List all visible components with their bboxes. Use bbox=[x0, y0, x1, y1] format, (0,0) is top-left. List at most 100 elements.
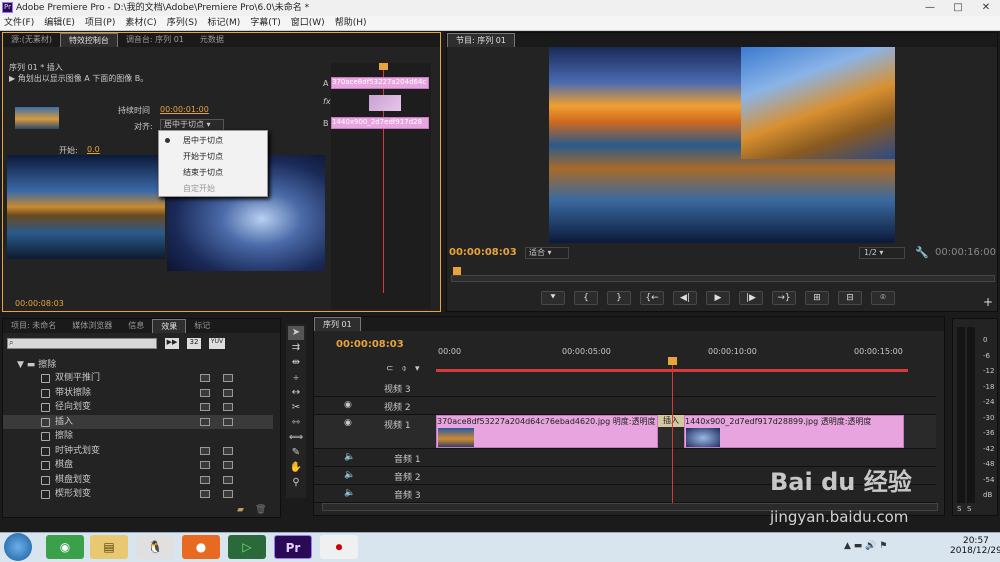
rolling-edit-tool-icon[interactable]: ⧾ bbox=[288, 371, 304, 385]
razor-tool-icon[interactable]: ✂ bbox=[288, 401, 304, 415]
ec-timecode[interactable]: 00:00:08:03 bbox=[15, 299, 64, 308]
tab-effect-controls[interactable]: 特效控制台 bbox=[59, 33, 118, 47]
option-start[interactable]: 开始于切点 bbox=[183, 151, 223, 162]
slip-tool-icon[interactable]: ⇿ bbox=[288, 416, 304, 430]
menu-marker[interactable]: 标记(M) bbox=[207, 16, 240, 30]
effect-item[interactable]: 带状擦除 bbox=[3, 386, 273, 401]
firefox-icon[interactable]: ● bbox=[182, 535, 220, 559]
timeline-playhead-handle[interactable] bbox=[668, 357, 677, 365]
eye-icon[interactable]: ◉ bbox=[344, 418, 352, 428]
tab-metadata[interactable]: 元数据 bbox=[192, 33, 232, 47]
effect-item-selected[interactable]: 插入 bbox=[3, 414, 273, 429]
add-button-icon[interactable]: + bbox=[983, 295, 993, 309]
link-icon[interactable]: ⌽ bbox=[402, 364, 407, 374]
speaker-icon[interactable]: 🔈 bbox=[344, 470, 355, 480]
minimize-icon[interactable]: — bbox=[916, 0, 944, 16]
solo-left-button[interactable]: S bbox=[957, 505, 961, 513]
tab-markers[interactable]: 标记 bbox=[186, 319, 218, 333]
clock[interactable]: 20:57 2018/12/29 bbox=[950, 536, 1000, 556]
mark-out-button[interactable]: } bbox=[607, 291, 631, 305]
rate-stretch-tool-icon[interactable]: ↔ bbox=[288, 386, 304, 400]
camtasia-icon[interactable]: ▷ bbox=[228, 535, 266, 559]
zoom-tool-icon[interactable]: ⚲ bbox=[288, 476, 304, 490]
ec-clip-b[interactable]: 1440x900_2d7edf917d28 bbox=[331, 117, 429, 129]
pen-tool-icon[interactable]: ✎ bbox=[288, 446, 304, 460]
track-select-tool-icon[interactable]: ⇉ bbox=[288, 341, 304, 355]
speaker-icon[interactable]: 🔈 bbox=[344, 452, 355, 462]
menu-window[interactable]: 窗口(W) bbox=[291, 16, 325, 30]
insert-transition[interactable]: 插入 bbox=[658, 415, 684, 427]
record-icon[interactable]: ⏺ bbox=[320, 535, 358, 559]
option-end[interactable]: 结束于切点 bbox=[183, 167, 223, 178]
option-center[interactable]: 居中于切点 bbox=[183, 135, 223, 146]
menu-project[interactable]: 项目(P) bbox=[85, 16, 115, 30]
step-back-button[interactable]: ◀| bbox=[673, 291, 697, 305]
tab-program[interactable]: 节目: 序列 01 bbox=[447, 33, 515, 47]
go-to-in-button[interactable]: {← bbox=[640, 291, 664, 305]
effect-item[interactable]: 棋盘划变 bbox=[3, 473, 273, 488]
effect-item[interactable]: 擦除 bbox=[3, 429, 273, 444]
delete-icon[interactable]: 🗑 bbox=[255, 505, 266, 515]
solo-right-button[interactable]: S bbox=[967, 505, 971, 513]
menu-clip[interactable]: 素材(C) bbox=[125, 16, 156, 30]
snap-icon[interactable]: ⊂ bbox=[386, 364, 394, 374]
clip-1[interactable]: 370ace8df53227a204d64c76ebad4620.jpg 明度:… bbox=[436, 415, 658, 448]
accelerated-effects-icon[interactable]: ▶▶ bbox=[165, 338, 179, 349]
explorer-icon[interactable]: ▤ bbox=[90, 535, 128, 559]
add-marker-button[interactable]: ⯆ bbox=[541, 291, 565, 305]
menu-sequence[interactable]: 序列(S) bbox=[167, 16, 198, 30]
extract-button[interactable]: ⊟ bbox=[838, 291, 862, 305]
tab-audio-mixer[interactable]: 调音台: 序列 01 bbox=[118, 33, 192, 47]
effect-item[interactable]: 双侧平推门 bbox=[3, 371, 273, 386]
tab-info[interactable]: 信息 bbox=[120, 319, 152, 333]
timeline-playhead[interactable] bbox=[672, 357, 673, 505]
qq-icon[interactable]: 🐧 bbox=[136, 535, 174, 559]
tab-source[interactable]: 源:(无素材) bbox=[3, 33, 60, 47]
tab-project[interactable]: 项目: 未命名 bbox=[3, 319, 64, 333]
export-frame-button[interactable]: ⌾ bbox=[871, 291, 895, 305]
step-forward-button[interactable]: |▶ bbox=[739, 291, 763, 305]
program-scrubber[interactable] bbox=[451, 275, 995, 282]
slide-tool-icon[interactable]: ⟺ bbox=[288, 431, 304, 445]
menu-file[interactable]: 文件(F) bbox=[4, 16, 34, 30]
effect-item[interactable]: 时钟式划变 bbox=[3, 444, 273, 459]
go-to-out-button[interactable]: →} bbox=[772, 291, 796, 305]
start-value[interactable]: 0.0 bbox=[87, 145, 100, 154]
tray-icons[interactable]: ▲ ▬ 🔊 ⚑ bbox=[844, 541, 887, 551]
effects-search-input[interactable] bbox=[7, 338, 157, 349]
eye-icon[interactable]: ◉ bbox=[344, 400, 352, 410]
menu-help[interactable]: 帮助(H) bbox=[335, 16, 367, 30]
program-playhead[interactable] bbox=[453, 267, 461, 275]
effect-item[interactable]: 楔形划变 bbox=[3, 487, 273, 502]
lift-button[interactable]: ⊞ bbox=[805, 291, 829, 305]
mark-in-button[interactable]: { bbox=[574, 291, 598, 305]
fit-dropdown[interactable]: 适合 ▾ bbox=[525, 247, 569, 259]
tab-sequence[interactable]: 序列 01 bbox=[314, 317, 361, 331]
effect-item[interactable]: 棋盘 bbox=[3, 458, 273, 473]
timeline-ruler[interactable]: 00:00 00:00:05:00 00:00:10:00 00:00:15:0… bbox=[436, 345, 942, 379]
ec-transition[interactable] bbox=[369, 95, 401, 111]
tab-media-browser[interactable]: 媒体浏览器 bbox=[64, 319, 120, 333]
hand-tool-icon[interactable]: ✋ bbox=[288, 461, 304, 475]
yuv-effects-icon[interactable]: YUV bbox=[209, 338, 225, 349]
32bit-effects-icon[interactable]: 32 bbox=[187, 338, 201, 349]
tab-effects[interactable]: 效果 bbox=[152, 319, 187, 333]
start-button[interactable] bbox=[4, 533, 32, 561]
ripple-edit-tool-icon[interactable]: ⇹ bbox=[288, 356, 304, 370]
speaker-icon[interactable]: 🔈 bbox=[344, 488, 355, 498]
ec-playhead-handle[interactable] bbox=[379, 63, 388, 70]
duration-value[interactable]: 00:00:01:00 bbox=[160, 105, 209, 114]
program-timecode[interactable]: 00:00:08:03 bbox=[449, 247, 517, 258]
marker-icon[interactable]: ▾ bbox=[415, 364, 420, 374]
menu-title[interactable]: 字幕(T) bbox=[250, 16, 281, 30]
maximize-icon[interactable]: □ bbox=[944, 0, 972, 16]
timeline-timecode[interactable]: 00:00:08:03 bbox=[336, 339, 404, 350]
effect-item[interactable]: 径向划变 bbox=[3, 400, 273, 415]
wipe-folder[interactable]: ▼ ▬ 擦除 bbox=[17, 357, 56, 370]
clip-2[interactable]: 1440x900_2d7edf917d28899.jpg 透明度:透明度 bbox=[684, 415, 904, 448]
selection-tool-icon[interactable]: ➤ bbox=[288, 326, 304, 340]
resolution-dropdown[interactable]: 1/2 ▾ bbox=[859, 247, 905, 259]
menu-edit[interactable]: 编辑(E) bbox=[44, 16, 75, 30]
close-icon[interactable]: ✕ bbox=[972, 0, 1000, 16]
wrench-icon[interactable]: 🔧 bbox=[915, 246, 929, 259]
